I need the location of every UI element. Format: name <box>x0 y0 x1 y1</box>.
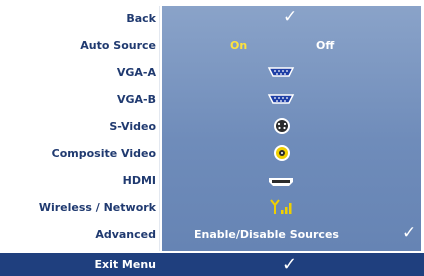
input-select-menu: Back Auto Source VGA-A VGA-B S-Video Com… <box>0 0 424 276</box>
checkmark-icon[interactable]: ✓ <box>283 8 297 26</box>
vga-connector-icon[interactable] <box>267 66 295 78</box>
menu-item-advanced[interactable]: Advanced <box>95 228 156 241</box>
auto-source-off[interactable]: Off <box>316 39 334 52</box>
menu-footer: Exit Menu ✓ <box>0 253 424 276</box>
exit-menu-label[interactable]: Exit Menu <box>0 258 156 271</box>
menu-item-hdmi[interactable]: HDMI <box>123 174 156 187</box>
s-video-connector-icon[interactable] <box>273 117 291 135</box>
menu-item-vga-a[interactable]: VGA-A <box>117 66 156 79</box>
menu-item-vga-b[interactable]: VGA-B <box>117 93 156 106</box>
enable-disable-sources[interactable]: Enable/Disable Sources <box>194 228 339 241</box>
column-divider <box>159 6 160 251</box>
menu-item-back[interactable]: Back <box>126 12 156 25</box>
vga-connector-icon[interactable] <box>267 93 295 105</box>
hdmi-connector-icon[interactable] <box>268 177 294 187</box>
menu-item-wireless-network[interactable]: Wireless / Network <box>39 201 156 214</box>
checkmark-icon[interactable]: ✓ <box>282 254 297 275</box>
composite-video-connector-icon[interactable] <box>273 144 291 162</box>
menu-item-composite-video[interactable]: Composite Video <box>52 147 156 160</box>
menu-item-s-video[interactable]: S-Video <box>109 120 156 133</box>
wireless-network-icon[interactable] <box>270 199 294 215</box>
auto-source-on[interactable]: On <box>230 39 247 52</box>
checkmark-icon[interactable]: ✓ <box>402 224 416 242</box>
menu-item-auto-source[interactable]: Auto Source <box>80 39 156 52</box>
